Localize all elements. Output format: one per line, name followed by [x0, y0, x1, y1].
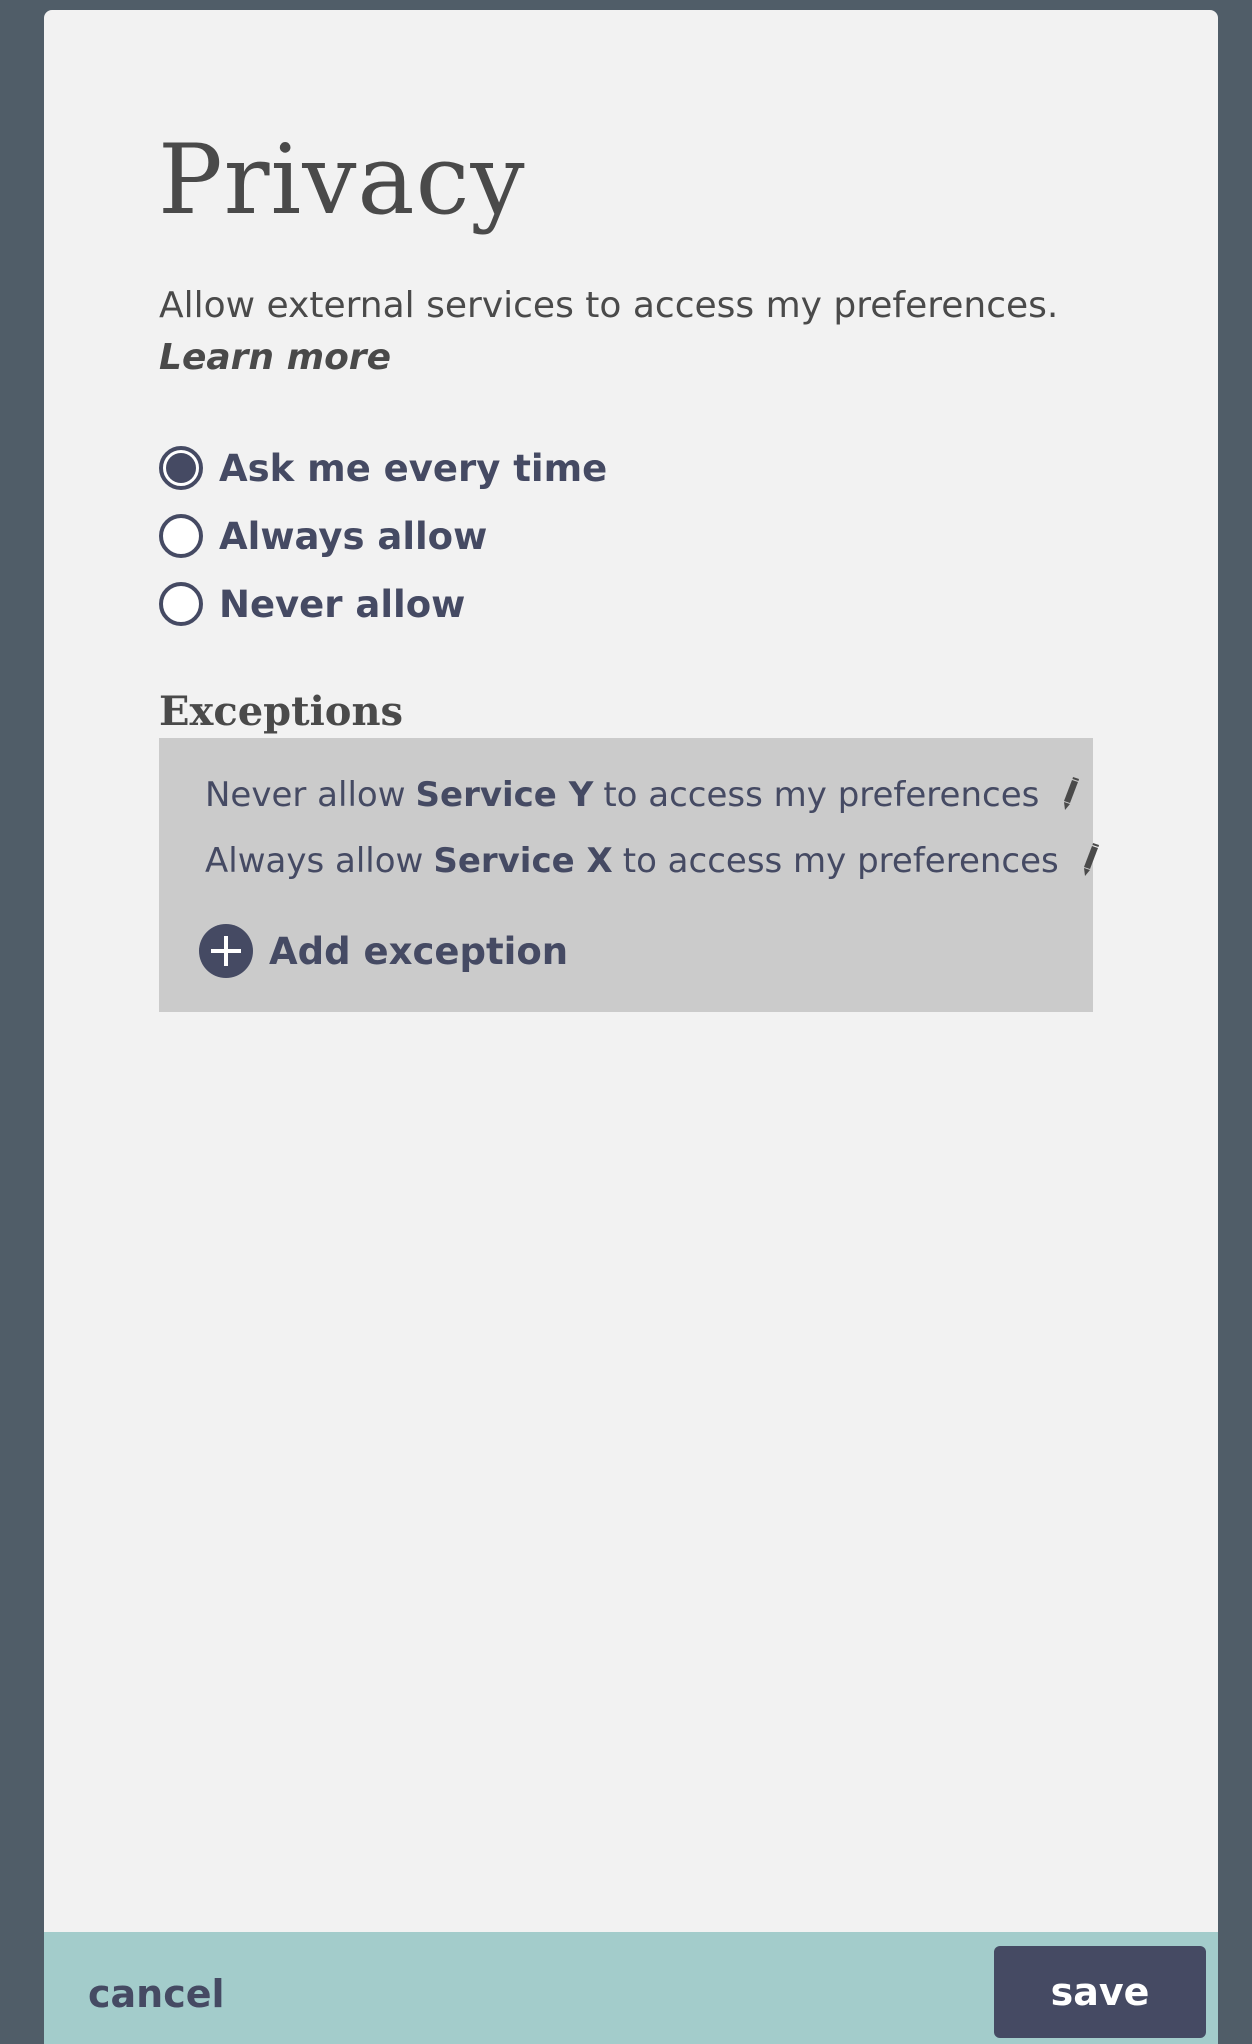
add-exception-button[interactable]: Add exception: [199, 924, 568, 978]
radio-unchecked-icon[interactable]: [159, 582, 203, 626]
add-exception-label: Add exception: [269, 929, 569, 973]
exception-service: Service Y: [415, 775, 594, 815]
learn-more-link[interactable]: Learn more: [159, 332, 391, 384]
pencil-icon[interactable]: [1077, 841, 1103, 881]
exception-scope: to access my preferences: [622, 841, 1059, 881]
access-radio-group: Ask me every time Always allow Never all…: [159, 434, 607, 638]
radio-unchecked-icon[interactable]: [159, 514, 203, 558]
exception-rule: Never allow: [205, 775, 406, 815]
description-text: Allow external services to access my pre…: [159, 285, 1059, 326]
exceptions-heading: Exceptions: [159, 688, 404, 735]
radio-label: Never allow: [219, 582, 466, 626]
exceptions-list: Never allow Service Y to access my prefe…: [159, 738, 1099, 1012]
footer-bar: cancel save: [44, 1932, 1218, 2044]
radio-ask-every-time[interactable]: Ask me every time: [159, 434, 607, 502]
radio-always-allow[interactable]: Always allow: [159, 502, 607, 570]
exception-scope: to access my preferences: [603, 775, 1040, 815]
exception-service: Service X: [433, 841, 613, 881]
plus-circle-icon: [199, 924, 253, 978]
privacy-panel: Privacy Allow external services to acces…: [44, 10, 1218, 2044]
radio-checked-icon[interactable]: [159, 446, 203, 490]
radio-never-allow[interactable]: Never allow: [159, 570, 607, 638]
cancel-button[interactable]: cancel: [88, 1972, 225, 2016]
save-button[interactable]: save: [994, 1946, 1206, 2038]
radio-label: Always allow: [219, 514, 488, 558]
privacy-description: Allow external services to access my pre…: [159, 280, 1139, 384]
radio-label: Ask me every time: [219, 446, 608, 490]
exception-rule: Always allow: [205, 841, 424, 881]
page-title: Privacy: [158, 124, 526, 236]
exception-row-service-y: Never allow Service Y to access my prefe…: [205, 768, 1083, 822]
exception-row-service-x: Always allow Service X to access my pref…: [205, 834, 1103, 888]
pencil-icon[interactable]: [1057, 775, 1083, 815]
